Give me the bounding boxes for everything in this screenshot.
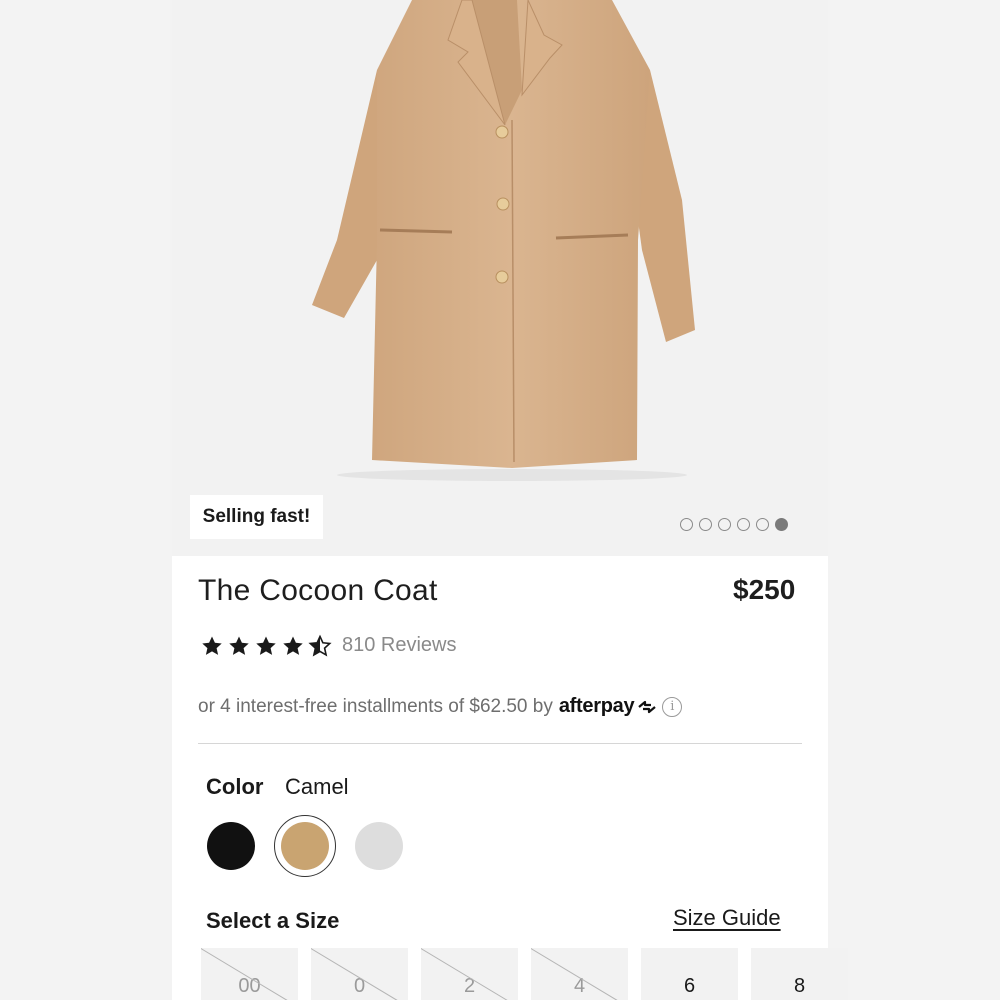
star-filled-icon (256, 636, 276, 655)
carousel-dot[interactable] (718, 518, 731, 531)
size-option[interactable]: 00 (201, 948, 298, 1000)
size-option-label: 2 (463, 974, 476, 997)
size-option[interactable]: 8 (751, 948, 848, 1000)
size-option[interactable]: 0 (311, 948, 408, 1000)
product-title: The Cocoon Coat (198, 574, 438, 607)
star-filled-icon (229, 636, 249, 655)
size-option-label: 00 (238, 974, 261, 997)
carousel-dot[interactable] (680, 518, 693, 531)
carousel-dot[interactable] (699, 518, 712, 531)
size-option[interactable]: 6 (641, 948, 738, 1000)
coat-illustration (312, 0, 695, 481)
size-guide-link[interactable]: Size Guide (673, 905, 781, 931)
installments-info: or 4 interest-free installments of $62.5… (198, 695, 683, 718)
size-option-label: 8 (793, 974, 806, 997)
star-half-icon (308, 634, 332, 657)
installments-text: or 4 interest-free installments of $62.5… (198, 695, 553, 717)
carousel-dot-active[interactable] (775, 518, 788, 531)
product-image[interactable] (172, 0, 828, 556)
star-filled-icon (202, 636, 222, 655)
product-page: Selling fast! The Cocoon Coat $250 810 R… (0, 0, 1000, 1000)
carousel-dot[interactable] (737, 518, 750, 531)
color-label: Color (206, 774, 264, 799)
size-option-label: 4 (573, 974, 586, 997)
size-option-label: 6 (683, 974, 696, 997)
color-swatch-black[interactable] (207, 822, 255, 870)
size-option-label: 0 (353, 974, 366, 997)
afterpay-arrows-icon (638, 700, 656, 713)
reviews-link[interactable]: 810 Reviews (342, 634, 457, 657)
afterpay-logo: afterpay (558, 695, 635, 717)
info-icon[interactable]: i (662, 696, 683, 717)
size-option[interactable]: 4 (531, 948, 628, 1000)
rating-stars[interactable] (200, 634, 332, 658)
divider (198, 743, 802, 744)
size-label: Select a Size (206, 908, 340, 933)
color-swatch-camel[interactable] (281, 822, 329, 870)
star-filled-icon (283, 636, 303, 655)
carousel-dot[interactable] (756, 518, 769, 531)
size-options: 00 0 2 4 6 8 (201, 948, 848, 1000)
selected-color-name: Camel (285, 774, 349, 799)
image-carousel-dots (680, 518, 788, 531)
product-price: $250 (733, 574, 796, 605)
selling-fast-badge: Selling fast! (190, 495, 323, 539)
size-option[interactable]: 2 (421, 948, 518, 1000)
color-swatch-grey[interactable] (355, 822, 403, 870)
